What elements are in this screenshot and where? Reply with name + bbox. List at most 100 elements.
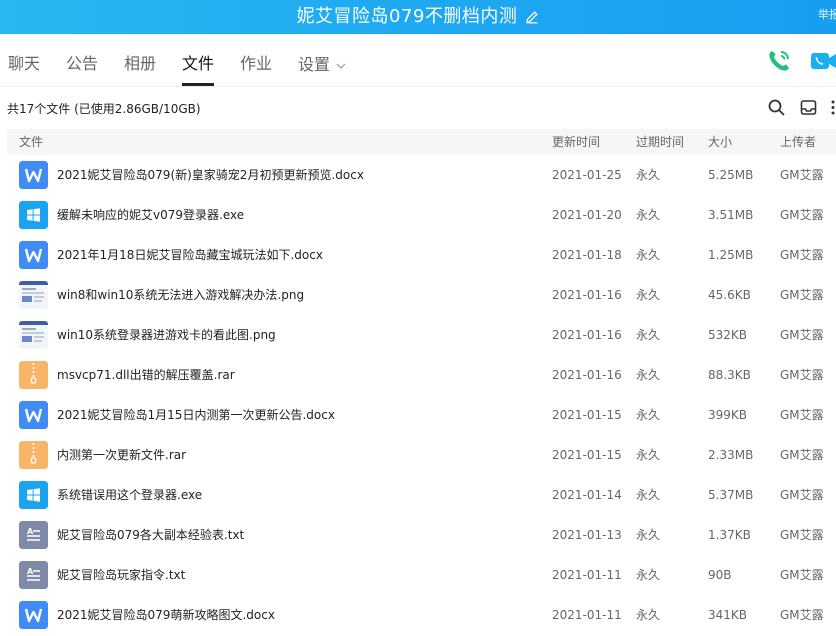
chevron-down-icon [336,34,346,94]
updated-date: 2021-01-25 [552,168,622,182]
column-size[interactable]: 大小 [708,129,732,155]
uploader: GM艾露 [780,488,824,502]
file-size: 88.3KB [708,368,751,382]
expiry: 永久 [636,408,661,422]
phone-icon [766,51,792,78]
file-size: 90B [708,568,732,582]
tab-album[interactable]: 相册 [124,34,156,86]
tab-homework[interactable]: 作业 [240,34,272,86]
archive-icon [19,441,48,469]
uploader: GM艾露 [780,608,824,622]
file-size: 3.51MB [708,208,754,222]
tab-chat-label: 聊天 [8,54,41,73]
column-updated[interactable]: 更新时间 [552,129,600,155]
column-name[interactable]: 文件 [19,129,43,155]
file-size: 5.25MB [708,168,754,182]
file-name[interactable]: 缓解未响应的妮艾v079登录器.exe [57,195,244,235]
file-name[interactable]: win10系统登录器进游戏卡的看此图.png [57,315,276,355]
file-name[interactable]: 2021妮艾冒险岛079(新)皇家骑宠2月初预更新预览.docx [57,155,364,195]
video-call-button[interactable] [810,48,836,78]
file-size: 5.37MB [708,488,754,502]
expiry: 永久 [636,288,661,302]
file-name[interactable]: 2021妮艾冒险岛079萌新攻略图文.docx [57,595,275,635]
file-size: 1.25MB [708,248,754,262]
file-size: 2.33MB [708,448,754,462]
tab-chat[interactable]: 聊天 [8,34,40,86]
archive-icon [19,361,48,389]
table-row[interactable]: 2021妮艾冒险岛079萌新攻略图文.docx 2021-01-11 永久 34… [7,595,836,635]
report-link[interactable]: 举报 [818,6,836,22]
updated-date: 2021-01-13 [552,528,622,542]
file-size: 399KB [708,408,748,422]
uploader: GM艾露 [780,208,824,222]
updated-date: 2021-01-11 [552,568,622,582]
table-row[interactable]: 系统错误用这个登录器.exe 2021-01-14 永久 5.37MB GM艾露 [7,475,836,515]
tab-announcement[interactable]: 公告 [66,34,98,86]
expiry: 永久 [636,528,661,542]
expiry: 永久 [636,608,661,622]
tab-files[interactable]: 文件 [182,34,215,86]
edit-pencil-icon[interactable] [525,2,539,36]
windows-exe-icon [19,481,48,509]
expiry: 永久 [636,208,661,222]
uploader: GM艾露 [780,288,824,302]
table-row[interactable]: win10系统登录器进游戏卡的看此图.png 2021-01-16 永久 532… [7,315,836,355]
table-row[interactable]: 内测第一次更新文件.rar 2021-01-15 永久 2.33MB GM艾露 [7,435,836,475]
search-icon [768,99,785,120]
updated-date: 2021-01-11 [552,608,622,622]
file-name[interactable]: msvcp71.dll出错的解压覆盖.rar [57,355,235,395]
tab-files-label: 文件 [182,54,215,73]
uploader: GM艾露 [780,528,824,542]
file-name[interactable]: 2021妮艾冒险岛1月15日内测第一次更新公告.docx [57,395,335,435]
expiry: 永久 [636,368,661,382]
uploader: GM艾露 [780,168,824,182]
image-thumbnail-icon [19,281,48,309]
expiry: 永久 [636,448,661,462]
table-row[interactable]: 2021妮艾冒险岛1月15日内测第一次更新公告.docx 2021-01-15 … [7,395,836,435]
tab-album-label: 相册 [124,54,157,73]
updated-date: 2021-01-15 [552,408,622,422]
uploader: GM艾露 [780,368,824,382]
file-size: 532KB [708,328,748,342]
uploader: GM艾露 [780,568,824,582]
file-name[interactable]: 内测第一次更新文件.rar [57,435,186,475]
updated-date: 2021-01-16 [552,328,622,342]
expiry: 永久 [636,488,661,502]
svg-text:A: A [27,527,34,536]
more-options-button[interactable] [830,99,836,120]
updated-date: 2021-01-20 [552,208,622,222]
text-file-icon: A [19,521,48,549]
word-icon [19,161,48,189]
word-icon [19,601,48,629]
voice-call-button[interactable] [766,48,792,78]
column-uploader[interactable]: 上传者 [780,129,816,155]
file-name[interactable]: 妮艾冒险岛079各大副本经验表.txt [57,515,244,555]
video-camera-icon [810,53,836,78]
image-thumbnail-icon [19,321,48,349]
group-name: 妮艾冒险岛079不删档内测 [296,6,518,27]
updated-date: 2021-01-14 [552,488,622,502]
table-row[interactable]: 缓解未响应的妮艾v079登录器.exe 2021-01-20 永久 3.51MB… [7,195,836,235]
table-row[interactable]: 2021年1月18日妮艾冒险岛藏宝城玩法如下.docx 2021-01-18 永… [7,235,836,275]
column-expires[interactable]: 过期时间 [636,129,684,155]
table-row[interactable]: A 妮艾冒险岛玩家指令.txt 2021-01-11 永久 90B GM艾露 [7,555,836,595]
file-name[interactable]: 系统错误用这个登录器.exe [57,475,202,515]
windows-exe-icon [19,201,48,229]
group-title: 妮艾冒险岛079不删档内测 [0,0,836,34]
file-name[interactable]: 妮艾冒险岛玩家指令.txt [57,555,185,595]
word-icon [19,401,48,429]
search-button[interactable] [768,99,785,120]
file-name[interactable]: 2021年1月18日妮艾冒险岛藏宝城玩法如下.docx [57,235,323,275]
text-file-icon: A [19,561,48,589]
file-name[interactable]: win8和win10系统无法进入游戏解决办法.png [57,275,304,315]
file-size: 45.6KB [708,288,751,302]
table-row[interactable]: win8和win10系统无法进入游戏解决办法.png 2021-01-16 永久… [7,275,836,315]
more-vertical-icon [830,100,836,120]
table-row[interactable]: A 妮艾冒险岛079各大副本经验表.txt 2021-01-13 永久 1.37… [7,515,836,555]
word-icon [19,241,48,269]
expiry: 永久 [636,328,661,342]
upload-button[interactable] [800,99,817,120]
table-row[interactable]: msvcp71.dll出错的解压覆盖.rar 2021-01-16 永久 88.… [7,355,836,395]
tab-settings[interactable]: 设置 [298,34,346,86]
table-row[interactable]: 2021妮艾冒险岛079(新)皇家骑宠2月初预更新预览.docx 2021-01… [7,155,836,195]
